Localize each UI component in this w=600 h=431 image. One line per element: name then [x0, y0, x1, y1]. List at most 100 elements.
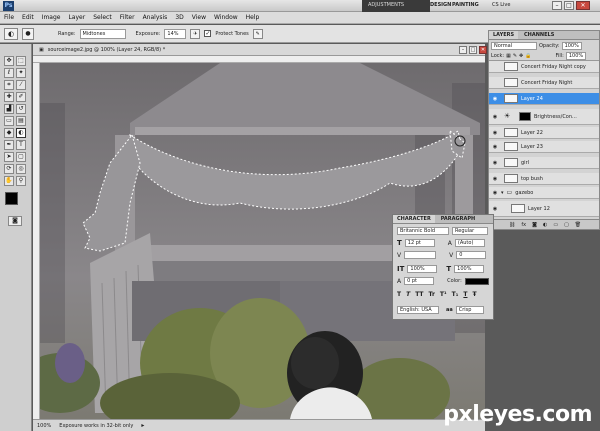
menu-image[interactable]: Image — [38, 14, 65, 21]
horizontal-scale-input[interactable]: 100% — [454, 265, 485, 273]
menu-file[interactable]: File — [0, 14, 18, 21]
minimize-icon[interactable]: – — [552, 1, 562, 10]
status-arrow-icon[interactable]: ▸ — [141, 422, 144, 429]
workspace-painting[interactable]: PAINTING — [452, 2, 479, 8]
visibility-icon[interactable]: ◉ — [489, 114, 501, 120]
lock-position-icon[interactable]: ✥ — [519, 53, 523, 59]
visibility-icon[interactable]: ◉ — [489, 144, 501, 150]
layer-row[interactable]: ◉ top bush — [489, 173, 599, 185]
dodge-tool-preset-icon[interactable]: ◐ — [4, 27, 18, 40]
antialias-select[interactable]: Crisp — [455, 306, 484, 314]
tablet-pressure-icon[interactable]: ✎ — [252, 28, 263, 39]
eraser-tool-icon[interactable]: ▭ — [4, 116, 14, 126]
document-tab[interactable]: ▣ sourceimage2.jpg @ 100% (Layer 24, RGB… — [33, 44, 487, 56]
menu-help[interactable]: Help — [242, 14, 264, 21]
underline-button[interactable]: T — [463, 291, 467, 298]
small-caps-button[interactable]: Tr — [429, 291, 435, 298]
menu-select[interactable]: Select — [89, 14, 116, 21]
visibility-icon[interactable]: ◉ — [489, 160, 501, 166]
language-select[interactable]: English: USA — [397, 306, 439, 314]
workspace-design[interactable]: DESIGN — [430, 2, 451, 8]
menu-filter[interactable]: Filter — [116, 14, 139, 21]
tracking-input[interactable]: 0 — [456, 251, 487, 259]
hand-tool-icon[interactable]: ✋ — [4, 176, 14, 186]
faux-bold-button[interactable]: T — [397, 291, 401, 298]
quick-mask-icon[interactable]: ◙ — [8, 216, 22, 226]
new-group-icon[interactable]: ▭ — [553, 222, 558, 228]
pen-tool-icon[interactable]: ✒ — [4, 140, 14, 150]
vertical-scale-input[interactable]: 100% — [407, 265, 438, 273]
link-layers-icon[interactable]: ⛓ — [509, 222, 515, 228]
lock-paint-icon[interactable]: ✎ — [513, 53, 517, 59]
zoom-level[interactable]: 100% — [37, 423, 51, 429]
group-expand-icon[interactable]: ▾ — [501, 190, 504, 196]
doc-restore-icon[interactable]: □ — [469, 46, 477, 54]
layer-row[interactable]: Concert Friday Night copy — [489, 61, 599, 73]
blur-tool-icon[interactable]: ◆ — [4, 128, 14, 138]
tab-layers[interactable]: LAYERS — [489, 31, 519, 39]
tab-character[interactable]: CHARACTER — [393, 215, 435, 223]
history-brush-icon[interactable]: ↺ — [16, 104, 26, 114]
clone-stamp-icon[interactable]: ▟ — [4, 104, 14, 114]
layer-row[interactable]: ◉ girl — [489, 157, 599, 169]
doc-close-icon[interactable]: ✕ — [479, 46, 487, 54]
font-family-select[interactable]: Britannic Bold — [397, 227, 449, 235]
dodge-tool-icon[interactable]: ◐ — [16, 128, 26, 138]
move-tool-icon[interactable]: ✥ — [4, 56, 14, 66]
exposure-input[interactable]: 14% — [164, 28, 187, 39]
visibility-icon[interactable]: ◉ — [489, 176, 501, 182]
new-adjustment-icon[interactable]: ◐ — [543, 222, 547, 228]
menu-3d[interactable]: 3D — [171, 14, 187, 21]
doc-minimize-icon[interactable]: – — [459, 46, 467, 54]
cs-live-button[interactable]: CS Live — [492, 2, 510, 8]
visibility-icon[interactable]: ◉ — [489, 96, 501, 102]
add-mask-icon[interactable]: ◙ — [532, 222, 537, 228]
layer-row[interactable]: ◉ Layer 23 — [489, 141, 599, 153]
blend-mode-select[interactable]: Normal — [491, 41, 537, 50]
3d-orbit-icon[interactable]: ◎ — [16, 164, 26, 174]
range-select[interactable]: Midtones — [79, 28, 126, 39]
layer-group-row[interactable]: ◉ ▾ ▭ gazebo — [489, 187, 599, 199]
visibility-icon[interactable]: ◉ — [489, 130, 501, 136]
zoom-tool-icon[interactable]: ⚲ — [16, 176, 26, 186]
superscript-button[interactable]: T¹ — [440, 291, 447, 298]
menu-window[interactable]: Window — [210, 14, 242, 21]
maximize-icon[interactable]: □ — [564, 1, 574, 10]
delete-layer-icon[interactable]: 🗑 — [575, 222, 581, 228]
crop-tool-icon[interactable]: ⌗ — [4, 80, 14, 90]
kerning-input[interactable] — [404, 251, 437, 259]
horizontal-ruler[interactable] — [33, 56, 485, 63]
menu-layer[interactable]: Layer — [64, 14, 89, 21]
visibility-icon[interactable]: ◉ — [489, 206, 501, 212]
font-style-select[interactable]: Regular — [452, 227, 488, 235]
strikethrough-button[interactable]: Ŧ — [472, 291, 476, 298]
close-icon[interactable]: ✕ — [576, 1, 590, 10]
all-caps-button[interactable]: TT — [415, 291, 423, 298]
tab-channels[interactable]: CHANNELS — [520, 31, 558, 39]
fill-input[interactable]: 100% — [565, 51, 586, 60]
leading-input[interactable]: (Auto) — [454, 239, 485, 247]
brush-preset-icon[interactable]: ● — [22, 27, 34, 40]
foreground-color-swatch[interactable] — [5, 192, 18, 205]
new-layer-icon[interactable]: ▢ — [564, 222, 569, 228]
type-tool-icon[interactable]: T — [16, 140, 26, 150]
quick-select-tool-icon[interactable]: ✦ — [16, 68, 26, 78]
lock-pixels-icon[interactable]: ▦ — [506, 53, 511, 59]
gradient-tool-icon[interactable]: ▤ — [16, 116, 26, 126]
vertical-ruler[interactable] — [33, 63, 40, 419]
layer-row[interactable]: Concert Friday Night — [489, 77, 599, 89]
faux-italic-button[interactable]: T — [406, 291, 410, 298]
lock-all-icon[interactable]: 🔒 — [525, 53, 531, 59]
protect-tones-checkbox[interactable]: ✓ — [204, 30, 212, 37]
layer-row-selected[interactable]: ◉ Layer 24 — [489, 93, 599, 105]
adjustments-panel-header[interactable]: ADJUSTMENTS — [362, 0, 430, 12]
marquee-tool-icon[interactable]: ⬚ — [16, 56, 26, 66]
text-color-swatch[interactable] — [464, 277, 489, 285]
layer-row[interactable]: ◉ Layer 12 — [489, 201, 599, 217]
layer-mask-thumbnail[interactable] — [519, 112, 531, 121]
baseline-shift-input[interactable]: 0 pt — [404, 277, 435, 285]
menu-edit[interactable]: Edit — [18, 14, 38, 21]
eyedropper-tool-icon[interactable]: ⁄ — [16, 80, 26, 90]
opacity-input[interactable]: 100% — [561, 41, 582, 50]
visibility-icon[interactable]: ◉ — [489, 190, 501, 196]
